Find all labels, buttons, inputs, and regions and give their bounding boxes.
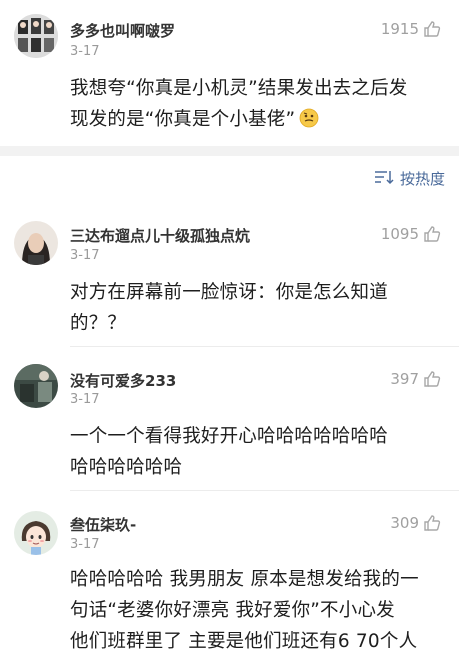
- username[interactable]: 三达布遛点儿十级孤独点炕: [70, 225, 250, 246]
- comment-line: 我想夸“你真是小机灵”结果发出去之后发: [70, 78, 408, 99]
- comment-line: 对方在屏幕前一脸惊讶：你是怎么知道: [70, 282, 388, 303]
- sort-label: 按热度: [399, 170, 445, 188]
- comment-text: 哈哈哈哈哈 我男朋友 原本是想发给我的一 句话“老婆你好漂亮 我好爱你”不小心发…: [70, 564, 448, 657]
- comment-date: 3-17: [70, 44, 100, 59]
- comment-line: 的？？: [70, 313, 127, 334]
- comment-line: 他们班群里了 主要是他们班还有6 70个人: [70, 631, 418, 652]
- like-button[interactable]: 397: [390, 370, 441, 388]
- divider: [70, 490, 459, 491]
- username[interactable]: 没有可爱多233: [70, 370, 176, 391]
- like-button[interactable]: 309: [390, 514, 441, 532]
- avatar[interactable]: [14, 364, 58, 408]
- like-count: 309: [390, 514, 419, 532]
- sort-toggle[interactable]: 按热度: [374, 168, 445, 189]
- thumbs-up-icon: [423, 20, 441, 38]
- divider: [70, 346, 459, 347]
- thumbs-up-icon: [423, 225, 441, 243]
- comment-date: 3-17: [70, 248, 100, 263]
- like-count: 397: [390, 370, 419, 388]
- comment-line: 句话“老婆你好漂亮 我好爱你”不小心发: [70, 600, 395, 621]
- comment-line: 一个一个看得我好开心哈哈哈哈哈哈哈: [70, 426, 388, 447]
- comment-line: 哈哈哈哈哈 我男朋友 原本是想发给我的一: [70, 569, 419, 590]
- comment-line: 哈哈哈哈哈哈: [70, 457, 183, 478]
- sort-icon: [374, 169, 394, 189]
- comment-date: 3-17: [70, 537, 100, 552]
- avatar[interactable]: [14, 511, 58, 555]
- section-separator: [0, 146, 459, 156]
- like-count: 1095: [380, 225, 419, 243]
- username[interactable]: 多多也叫啊啵罗: [70, 20, 175, 41]
- comment-line: 现发的是“你真是个小基佬”: [70, 104, 448, 135]
- avatar[interactable]: [14, 14, 58, 58]
- thinking-face-emoji: [299, 107, 319, 128]
- avatar[interactable]: [14, 221, 58, 265]
- like-count: 1915: [380, 20, 419, 38]
- comment-text: 我想夸“你真是小机灵”结果发出去之后发 现发的是“你真是个小基佬”: [70, 73, 448, 135]
- like-button[interactable]: 1095: [381, 225, 441, 243]
- comment-text: 一个一个看得我好开心哈哈哈哈哈哈哈 哈哈哈哈哈哈: [70, 421, 448, 483]
- username[interactable]: 叁伍柒玖-: [70, 514, 136, 535]
- comment-text: 对方在屏幕前一脸惊讶：你是怎么知道 的？？: [70, 277, 448, 339]
- like-button[interactable]: 1915: [381, 20, 441, 38]
- thumbs-up-icon: [423, 514, 441, 532]
- thumbs-up-icon: [423, 370, 441, 388]
- comment-date: 3-17: [70, 392, 100, 407]
